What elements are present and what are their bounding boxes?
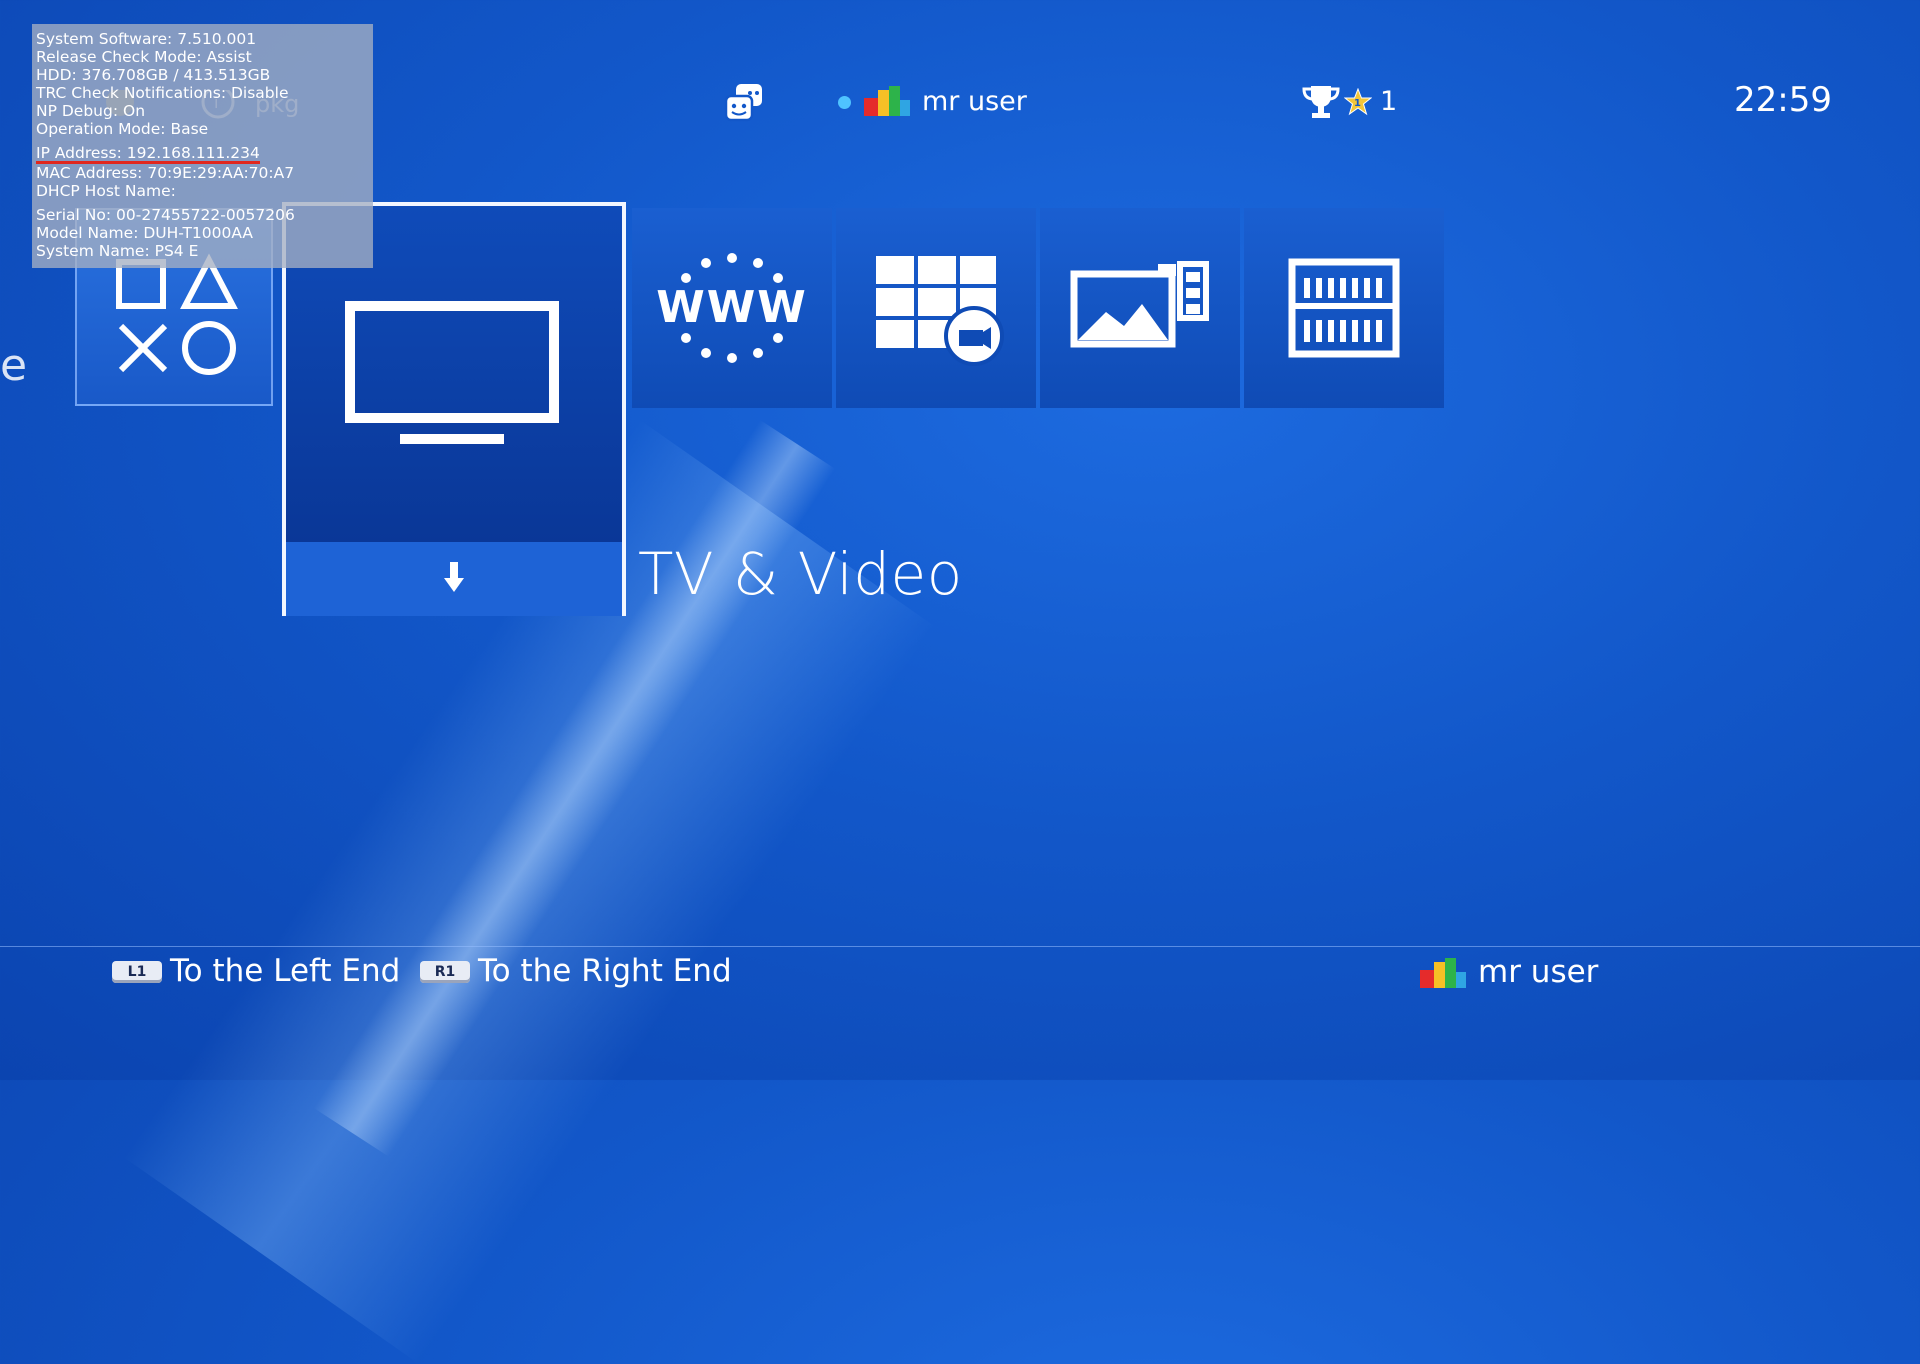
friends-icon[interactable]: [722, 82, 770, 124]
gallery-icon: [1070, 261, 1209, 348]
svg-text:WWW: WWW: [656, 282, 808, 333]
selected-tile-title: TV & Video: [638, 540, 963, 608]
to-left-end-hint[interactable]: To the Left End: [170, 953, 400, 989]
store-grid-icon: [876, 256, 1004, 366]
debug-model-name: Model Name: DUH-T1000AA: [36, 224, 253, 242]
user-avatar-icon[interactable]: [864, 86, 910, 116]
online-status-dot: [838, 96, 851, 109]
top-user-name[interactable]: mr user: [922, 86, 1027, 117]
debug-hdd: HDD: 376.708GB / 413.513GB: [36, 66, 271, 84]
trophy-level-count: 1: [1380, 86, 1398, 117]
arrow-down-icon: [444, 562, 464, 592]
store-tile[interactable]: [836, 208, 1036, 408]
capture-gallery-tile[interactable]: [1040, 208, 1240, 408]
debug-system-software: System Software: 7.510.001: [36, 30, 257, 48]
trophy-icon[interactable]: [1302, 84, 1340, 120]
svg-text:1: 1: [1354, 98, 1361, 109]
debug-info-overlay: System Software: 7.510.001 Release Check…: [32, 24, 373, 268]
debug-serial-no: Serial No: 00-27455722-0057206: [36, 206, 295, 224]
tv-video-tile-expand[interactable]: [286, 542, 622, 616]
debug-trc: TRC Check Notifications: Disable: [36, 84, 289, 102]
debug-system-name: System Name: PS4 E: [36, 242, 199, 260]
debug-operation-mode: Operation Mode: Base: [36, 120, 209, 138]
level-star-icon: 1: [1343, 87, 1373, 116]
internet-browser-tile[interactable]: WWW: [632, 208, 832, 408]
clock: 22:59: [1734, 80, 1832, 120]
debug-np-debug: NP Debug: On: [36, 102, 146, 120]
partial-left-text: e: [0, 340, 28, 391]
to-right-end-hint[interactable]: To the Right End: [478, 953, 732, 989]
library-icon: [1288, 258, 1400, 358]
library-tile[interactable]: [1244, 208, 1444, 408]
l1-button-icon: L1: [112, 961, 162, 983]
bottom-user-name: mr user: [1478, 954, 1599, 990]
debug-dhcp-host: DHCP Host Name:: [36, 182, 176, 200]
debug-mac-address: MAC Address: 70:9E:29:AA:70:A7: [36, 164, 295, 182]
bottom-user-avatar-icon: [1420, 958, 1466, 988]
debug-release-check: Release Check Mode: Assist: [36, 48, 252, 66]
www-icon: WWW: [656, 253, 808, 363]
debug-ip-address: IP Address: 192.168.111.234: [36, 144, 260, 164]
r1-button-icon: R1: [420, 961, 470, 983]
